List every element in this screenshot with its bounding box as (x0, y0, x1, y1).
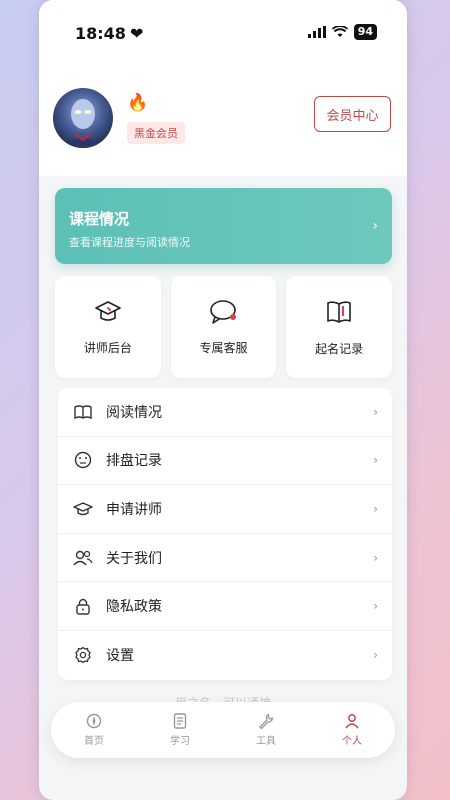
menu-item-privacy-policy[interactable]: 隐私政策 › (58, 582, 392, 631)
menu-item-label: 阅读情况 (106, 404, 162, 421)
membership-badge: 黑金会员 (127, 122, 185, 144)
clock: 18:48 ❤ (75, 24, 143, 43)
time-text: 18:48 (75, 24, 126, 43)
course-card-title: 课程情况 (69, 210, 130, 228)
chevron-right-icon: › (373, 599, 378, 614)
quick-action-label: 起名记录 (315, 341, 364, 356)
notebook-icon (173, 713, 187, 729)
book-icon (327, 300, 351, 323)
menu-item-reading-status[interactable]: 阅读情况 › (58, 388, 392, 437)
open-book-icon (72, 401, 94, 423)
phone-screen: 18:48 ❤ 94 🔥 黑金会员 会员中心 课程情况 查看课程进度与阅读情况 … (39, 0, 407, 800)
chevron-right-icon: › (373, 550, 378, 565)
chevron-right-icon: › (373, 501, 378, 516)
menu-item-label: 申请讲师 (106, 501, 162, 518)
status-bar: 18:48 ❤ 94 (39, 0, 407, 64)
chevron-right-icon: › (373, 648, 378, 663)
tab-label: 个人 (342, 736, 362, 747)
gear-icon (72, 644, 94, 666)
quick-action-label: 讲师后台 (83, 340, 132, 355)
chevron-right-icon: › (373, 453, 378, 468)
menu-item-about-us[interactable]: 关于我们 › (58, 534, 392, 583)
wifi-icon (331, 26, 348, 37)
tab-label: 工具 (256, 736, 276, 747)
graduation-cap-icon (95, 300, 121, 321)
person-icon (345, 714, 359, 729)
tab-label: 学习 (170, 736, 190, 747)
avatar[interactable] (53, 88, 113, 148)
menu-item-chart-records[interactable]: 排盘记录 › (58, 437, 392, 486)
tab-profile[interactable]: 个人 (309, 702, 395, 758)
menu-item-label: 关于我们 (106, 550, 162, 567)
flame-icon: 🔥 (127, 93, 149, 113)
member-center-button[interactable]: 会员中心 (314, 96, 391, 132)
tab-label: 首页 (84, 736, 104, 747)
quick-action-label: 专属客服 (199, 340, 248, 355)
compass-icon (72, 449, 94, 471)
quick-action-customer-service[interactable]: 专属客服 (170, 276, 277, 378)
tab-tools[interactable]: 工具 (223, 702, 309, 758)
bottom-tab-bar: 首页 学习 工具 个人 (51, 702, 395, 758)
quick-action-lecturer-backend[interactable]: 讲师后台 (55, 276, 161, 378)
quick-action-naming-records[interactable]: 起名记录 (286, 276, 393, 378)
wrench-icon (259, 713, 274, 729)
battery-indicator: 94 (353, 24, 377, 40)
tab-study[interactable]: 学习 (137, 702, 223, 758)
lock-icon (72, 595, 94, 617)
menu-item-label: 隐私政策 (106, 599, 162, 616)
menu-item-settings[interactable]: 设置 › (58, 631, 392, 680)
status-icons: 94 (307, 24, 377, 40)
course-status-card[interactable]: 课程情况 查看课程进度与阅读情况 › (55, 188, 392, 264)
menu-item-label: 排盘记录 (106, 453, 162, 470)
chevron-right-icon: › (373, 404, 378, 419)
avatar-image (63, 99, 103, 148)
course-card-subtitle: 查看课程进度与阅读情况 (69, 236, 190, 249)
chevron-right-icon: › (372, 218, 378, 234)
cellular-signal-icon (307, 26, 326, 38)
profile-header: 🔥 黑金会员 会员中心 (39, 64, 407, 176)
home-icon (86, 713, 102, 729)
graduation-cap-icon (72, 498, 94, 520)
heart-icon: ❤ (129, 24, 144, 43)
quick-actions: 讲师后台 专属客服 起名记录 (55, 276, 393, 378)
menu-item-label: 设置 (106, 648, 134, 665)
users-icon (72, 547, 94, 569)
tab-home[interactable]: 首页 (51, 702, 137, 758)
settings-menu: 阅读情况 › 排盘记录 › 申请讲师 › 关于我们 › 隐私政策 › 设置 › (58, 388, 392, 680)
chat-bubble-icon (209, 299, 236, 324)
menu-item-apply-lecturer[interactable]: 申请讲师 › (58, 485, 392, 534)
